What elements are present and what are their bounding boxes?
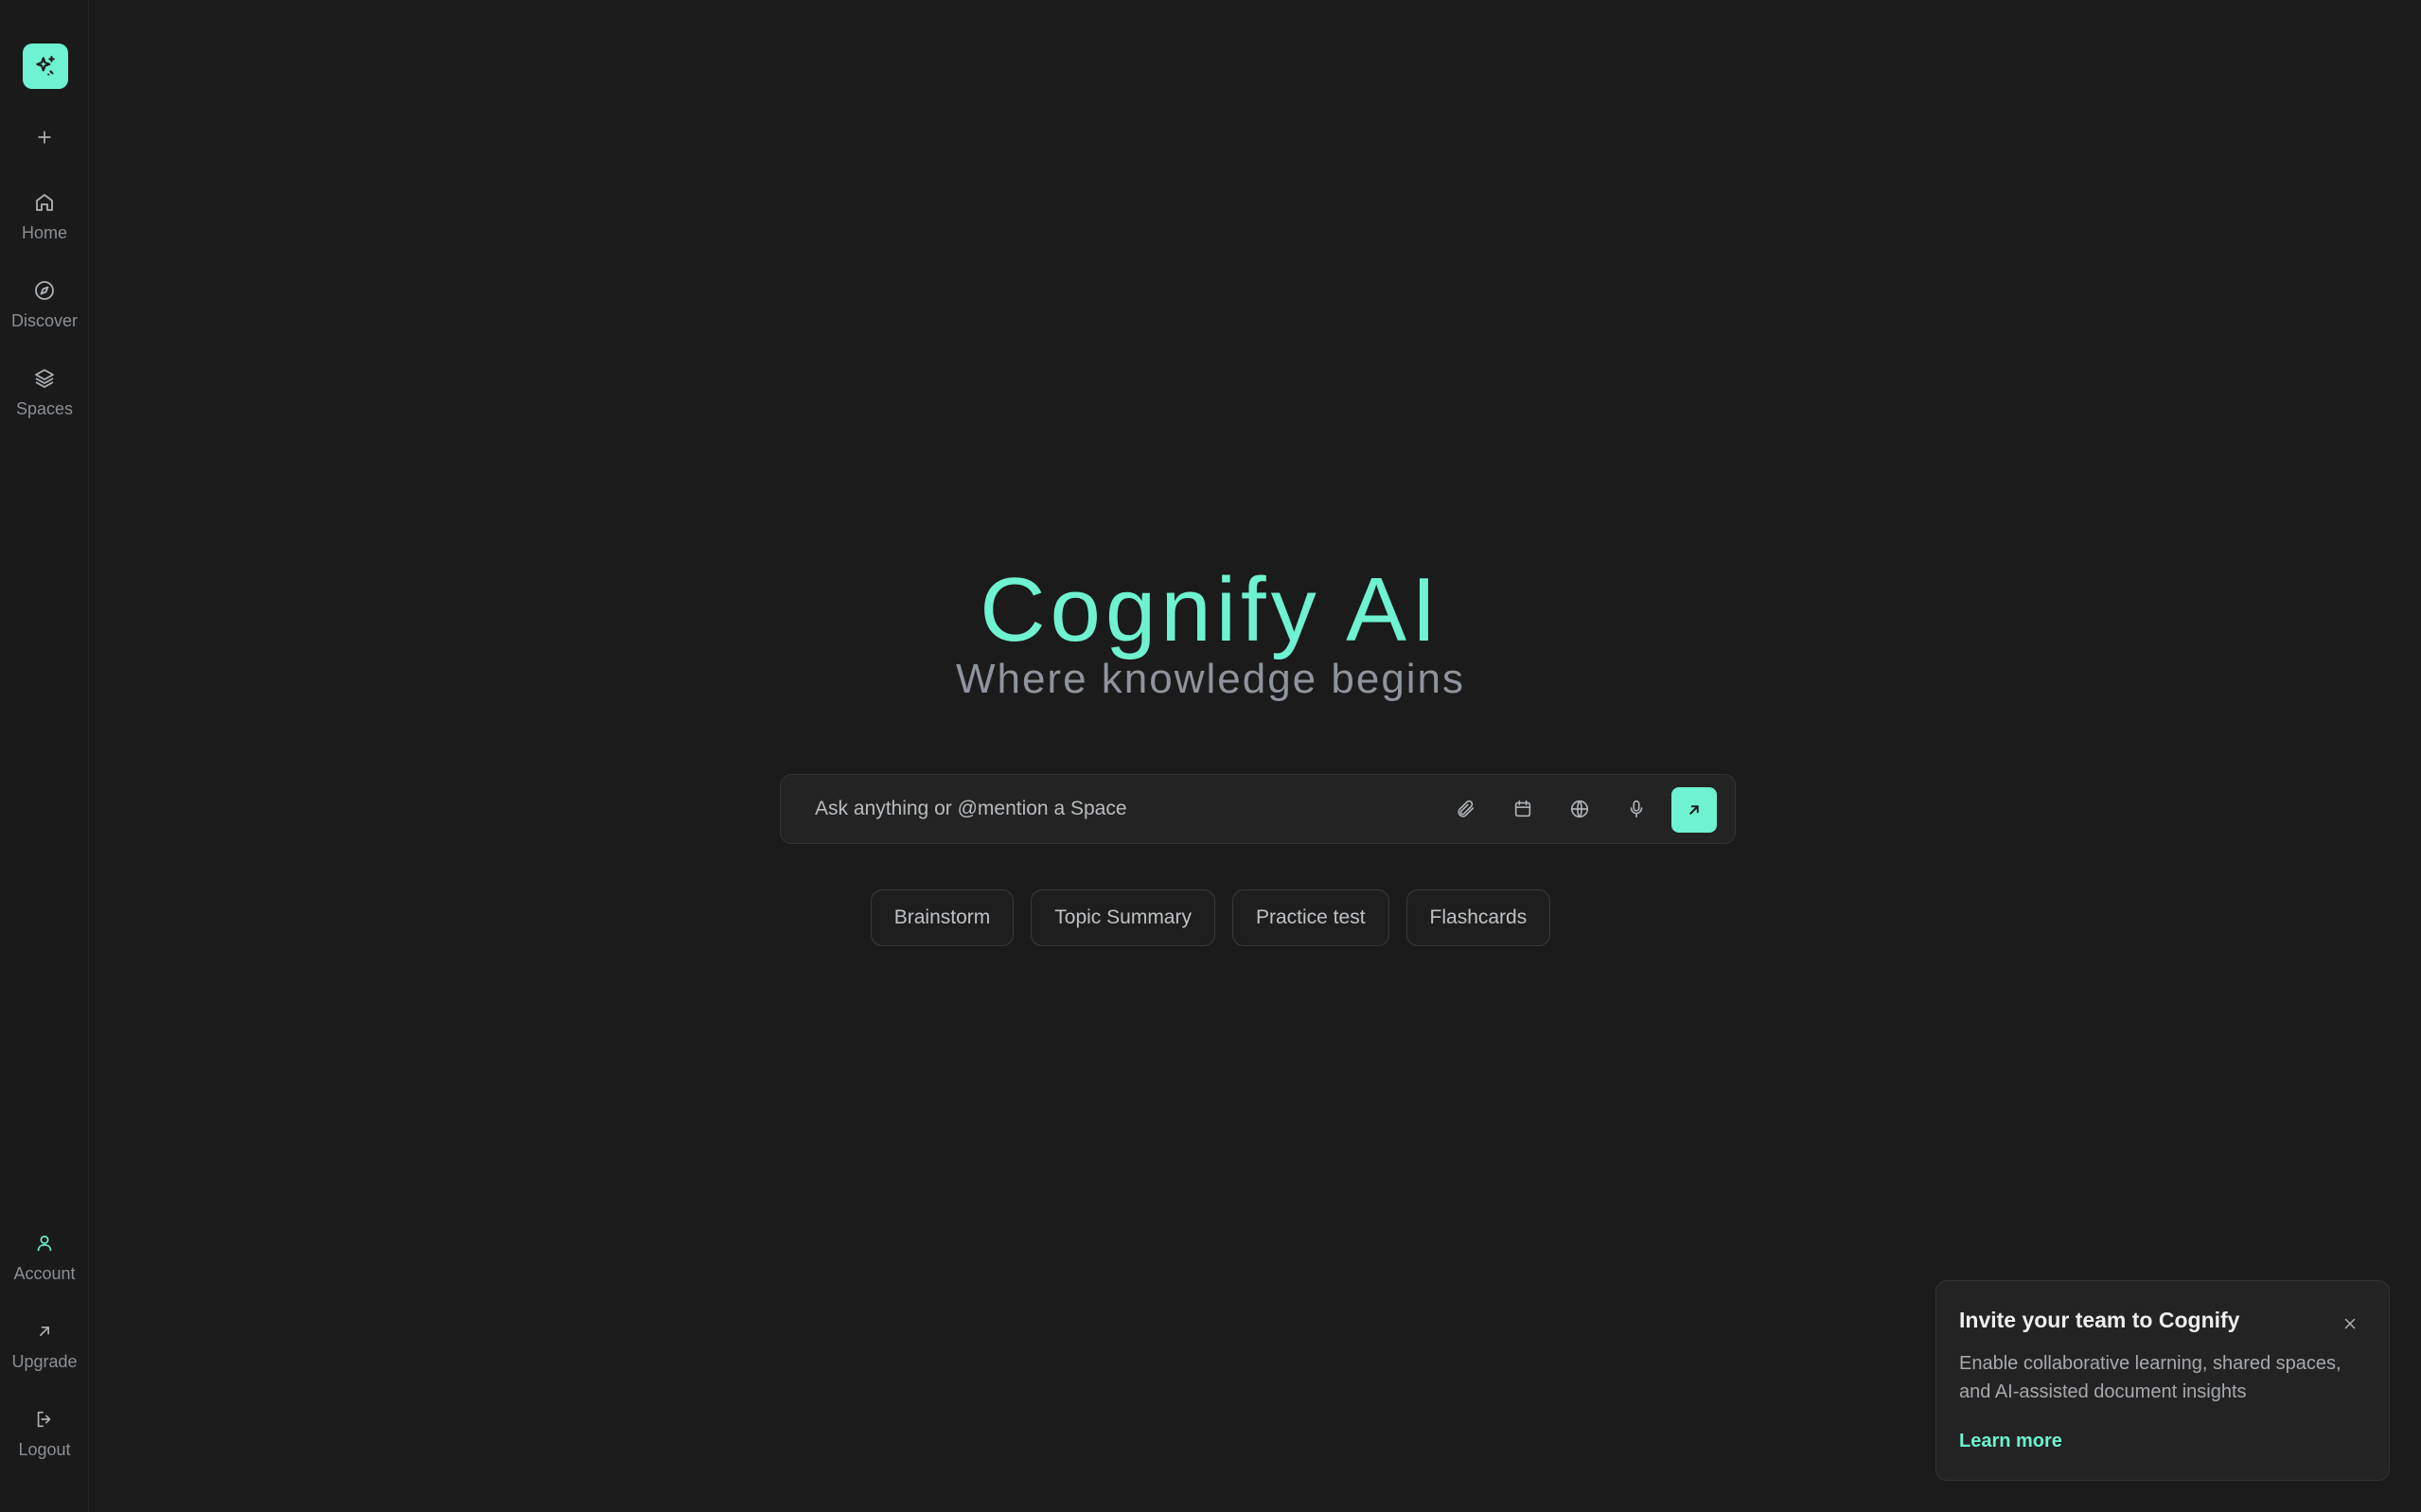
logo[interactable] bbox=[23, 44, 68, 89]
search-box bbox=[780, 774, 1736, 844]
schedule-button[interactable] bbox=[1504, 790, 1542, 828]
new-thread-button[interactable] bbox=[26, 118, 63, 156]
invite-toast: Invite your team to Cognify Enable colla… bbox=[1935, 1280, 2390, 1481]
toast-title: Invite your team to Cognify bbox=[1959, 1308, 2240, 1332]
suggestion-chips: Brainstorm Topic Summary Practice test F… bbox=[0, 889, 2421, 946]
paperclip-icon bbox=[1458, 800, 1475, 818]
user-icon bbox=[37, 1235, 52, 1252]
calendar-icon bbox=[1514, 800, 1531, 818]
sidebar-item-label: Upgrade bbox=[11, 1352, 78, 1371]
compass-icon bbox=[35, 281, 54, 300]
sidebar-item-home[interactable]: Home bbox=[0, 185, 89, 261]
sidebar-item-label: Home bbox=[21, 223, 67, 242]
layers-icon bbox=[35, 369, 54, 388]
arrow-up-right-icon bbox=[1689, 805, 1699, 815]
learn-more-link[interactable]: Learn more bbox=[1959, 1431, 2062, 1452]
app-tagline: Where knowledge begins bbox=[955, 656, 1466, 702]
home-icon bbox=[36, 194, 53, 211]
app-title: Cognify AI bbox=[980, 559, 1441, 660]
attach-button[interactable] bbox=[1447, 790, 1485, 828]
sidebar-item-spaces[interactable]: Spaces bbox=[0, 361, 89, 437]
sidebar-item-label: Account bbox=[13, 1264, 76, 1283]
web-search-button[interactable] bbox=[1561, 790, 1599, 828]
sidebar-item-logout[interactable]: Logout bbox=[0, 1402, 89, 1478]
toast-body: Enable collaborative learning, shared sp… bbox=[1959, 1353, 2341, 1402]
sidebar-item-label: Discover bbox=[10, 311, 78, 330]
logout-icon bbox=[37, 1411, 51, 1428]
sidebar: Home Discover Spaces Account Upgrade Log… bbox=[0, 0, 89, 1512]
plus-icon bbox=[38, 131, 51, 144]
toast-close-button[interactable] bbox=[2334, 1308, 2366, 1340]
arrow-up-right-icon bbox=[40, 1327, 50, 1336]
microphone-icon bbox=[1630, 800, 1643, 818]
suggestion-brainstorm[interactable]: Brainstorm bbox=[870, 889, 1015, 946]
sidebar-item-upgrade[interactable]: Upgrade bbox=[0, 1314, 89, 1390]
suggestion-topic-summary[interactable]: Topic Summary bbox=[1031, 889, 1215, 946]
sidebar-item-discover[interactable]: Discover bbox=[0, 273, 89, 349]
suggestion-flashcards[interactable]: Flashcards bbox=[1405, 889, 1551, 946]
send-button[interactable] bbox=[1671, 787, 1717, 833]
voice-input-button[interactable] bbox=[1617, 790, 1655, 828]
close-icon bbox=[2344, 1318, 2356, 1329]
sidebar-item-account[interactable]: Account bbox=[0, 1226, 89, 1302]
suggestion-practice-test[interactable]: Practice test bbox=[1231, 889, 1389, 946]
globe-icon bbox=[1570, 800, 1589, 818]
sidebar-item-label: Spaces bbox=[15, 399, 74, 418]
sparkle-icon bbox=[36, 56, 55, 76]
sidebar-item-label: Logout bbox=[18, 1440, 71, 1459]
search-input[interactable] bbox=[815, 775, 1421, 843]
